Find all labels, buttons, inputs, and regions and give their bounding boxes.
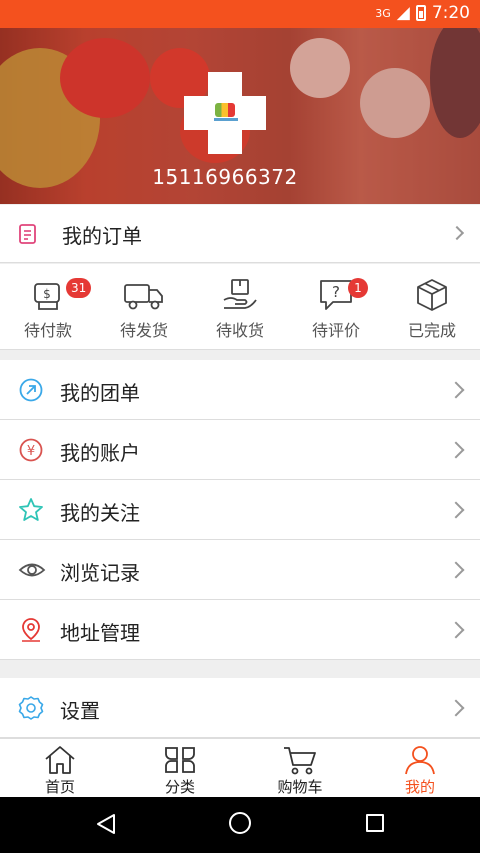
svg-text:?: ? <box>332 283 340 301</box>
logo-icon <box>215 103 235 117</box>
menu-item-label: 设置 <box>60 699 100 723</box>
tab-category[interactable]: 分类 <box>120 739 240 797</box>
chevron-right-icon <box>447 501 465 519</box>
status-completed[interactable]: 已完成 <box>384 264 480 349</box>
tab-mine[interactable]: 我的 <box>360 739 480 797</box>
recent-apps-icon[interactable] <box>366 814 384 832</box>
back-icon[interactable] <box>96 813 116 835</box>
battery-icon <box>415 5 426 21</box>
tab-cart[interactable]: 购物车 <box>240 739 360 797</box>
home-button-icon[interactable] <box>229 812 251 834</box>
settings-menu: 设置 <box>0 678 480 738</box>
phone-number: 15116966372 <box>152 165 298 189</box>
receive-box-icon <box>223 279 257 309</box>
menu-item-history[interactable]: 浏览记录 <box>0 540 480 600</box>
svg-text:¥: ¥ <box>27 444 35 459</box>
signal-icon: ◢ <box>396 3 410 23</box>
chevron-right-icon <box>447 441 465 459</box>
truck-icon <box>124 284 163 310</box>
order-list-icon <box>18 223 38 249</box>
menu-item-settings[interactable]: 设置 <box>0 678 480 738</box>
status-bar: 3G ◢ 7:20 <box>0 0 480 28</box>
svg-text:$: $ <box>43 287 51 301</box>
tab-label: 我的 <box>404 778 435 796</box>
my-orders-row[interactable]: 我的订单 <box>0 205 480 263</box>
profile-banner: 15116966372 <box>0 28 480 204</box>
category-icon <box>165 747 195 773</box>
cart-icon <box>284 747 316 775</box>
menu-item-label: 我的账户 <box>60 441 140 465</box>
yuan-icon: ¥ <box>18 437 44 467</box>
menu-item-label: 地址管理 <box>60 621 140 645</box>
tab-label: 分类 <box>164 778 195 796</box>
tab-label: 首页 <box>44 778 75 796</box>
payment-icon: $ <box>34 283 60 310</box>
status-label: 待发货 <box>119 321 168 340</box>
menu-item-label: 我的关注 <box>60 501 140 525</box>
status-label: 待收货 <box>215 321 264 340</box>
bottom-tab-bar: 首页 分类 购物车 我的 <box>0 738 480 797</box>
clock: 7:20 <box>431 3 470 23</box>
menu-item-account[interactable]: ¥ 我的账户 <box>0 420 480 480</box>
location-pin-icon <box>18 617 44 647</box>
my-orders-label: 我的订单 <box>62 224 142 248</box>
status-pending-receipt[interactable]: 待收货 <box>192 264 288 349</box>
chevron-right-icon <box>447 381 465 399</box>
network-indicator: 3G <box>375 6 391 20</box>
star-icon <box>18 497 44 527</box>
menu-item-label: 浏览记录 <box>60 561 140 585</box>
badge-count: 1 <box>348 278 368 298</box>
status-label: 待付款 <box>23 321 72 340</box>
group-order-icon <box>18 377 44 407</box>
avatar[interactable] <box>184 72 266 154</box>
package-icon <box>417 279 447 311</box>
profile-menu: 我的团单 ¥ 我的账户 我的关注 浏览记录 地址管理 <box>0 360 480 660</box>
menu-item-follows[interactable]: 我的关注 <box>0 480 480 540</box>
status-pending-payment[interactable]: $ 31 待付款 <box>0 264 96 349</box>
eye-icon <box>18 557 46 587</box>
chevron-right-icon <box>447 561 465 579</box>
menu-item-address[interactable]: 地址管理 <box>0 600 480 660</box>
system-nav-bar <box>0 797 480 853</box>
home-icon <box>45 746 75 774</box>
status-pending-shipment[interactable]: 待发货 <box>96 264 192 349</box>
chevron-right-icon <box>449 225 465 241</box>
status-pending-review[interactable]: ? 1 待评价 <box>288 264 384 349</box>
chevron-right-icon <box>447 621 465 639</box>
status-label: 已完成 <box>407 321 456 340</box>
order-status-row: $ 31 待付款 待发货 待收货 ? 1 待评价 已完成 <box>0 264 480 350</box>
user-icon <box>405 746 435 775</box>
menu-item-group-orders[interactable]: 我的团单 <box>0 360 480 420</box>
status-label: 待评价 <box>311 321 360 340</box>
tab-home[interactable]: 首页 <box>0 739 120 797</box>
chevron-right-icon <box>447 699 465 717</box>
badge-count: 31 <box>66 278 92 298</box>
tab-label: 购物车 <box>277 778 323 796</box>
menu-item-label: 我的团单 <box>60 381 140 405</box>
gear-icon <box>18 695 44 725</box>
